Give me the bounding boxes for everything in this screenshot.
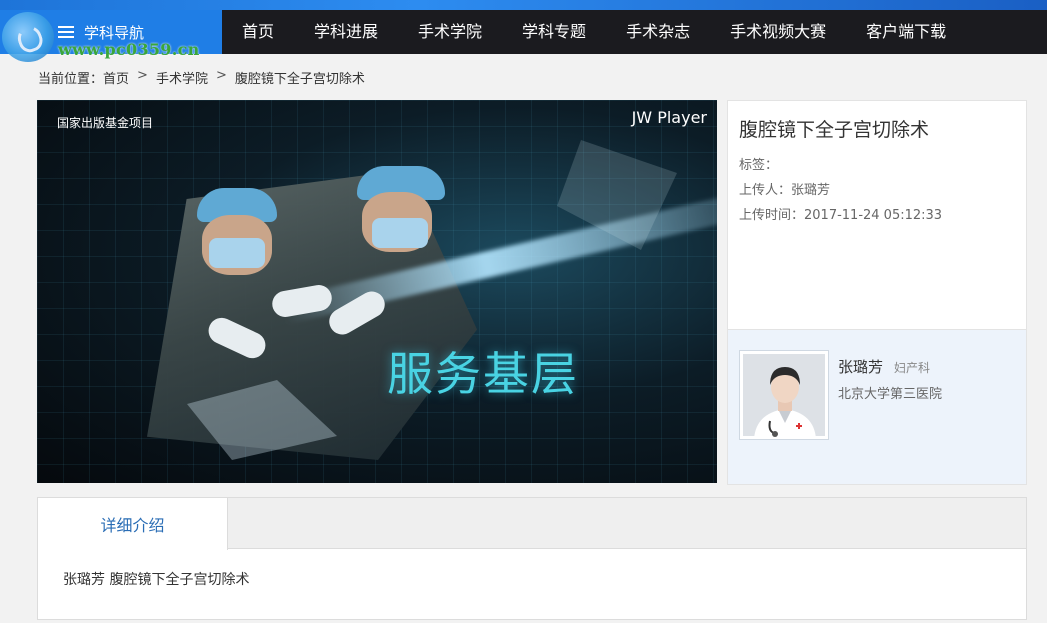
nav-item-topics[interactable]: 学科专题 [502,10,606,54]
detail-section: 详细介绍 张璐芳 腹腔镜下全子宫切除术 [37,497,1027,620]
detail-tab-bar: 详细介绍 [37,497,1026,550]
video-project-label: 国家出版基金项目 [57,116,154,130]
detail-content: 张璐芳 腹腔镜下全子宫切除术 [63,572,250,588]
nav-item-academy[interactable]: 手术学院 [398,10,502,54]
video-player-brand: JW Player [631,108,707,127]
breadcrumb-current: 腹腔镜下全子宫切除术 [234,72,365,87]
nav-menu: 首页 学科进展 手术学院 学科专题 手术杂志 手术视频大赛 客户端下载 [222,10,966,54]
breadcrumb-separator: > [137,68,148,83]
video-player[interactable]: 国家出版基金项目 JW Player 服务基层 [37,100,717,483]
doctor-hospital: 北京大学第三医院 [838,387,943,402]
nav-item-progress[interactable]: 学科进展 [294,10,398,54]
breadcrumb-link-home[interactable]: 首页 [103,68,129,87]
doctor-avatar-icon [754,367,816,439]
doctor-avatar[interactable] [739,350,829,440]
doctor-card: 张璐芳 妇产科 北京大学第三医院 [727,330,1027,485]
nav-item-home[interactable]: 首页 [222,10,294,54]
subject-nav-label: 学科导航 [84,23,145,42]
video-tags: 标签： [739,158,779,173]
top-accent-strip [0,0,1047,10]
video-uploader: 上传人：张璐芳 [739,183,831,198]
tab-detail-intro[interactable]: 详细介绍 [37,497,228,550]
video-info-panel: 腹腔镜下全子宫切除术 标签： 上传人：张璐芳 上传时间：2017-11-24 0… [727,100,1027,330]
doctor-name[interactable]: 张璐芳 [838,356,883,377]
video-upload-time: 上传时间：2017-11-24 05:12:33 [739,208,943,223]
video-overlay-title: 服务基层 [387,347,579,401]
nav-item-client-download[interactable]: 客户端下载 [846,10,966,54]
breadcrumb-link-academy[interactable]: 手术学院 [156,68,208,87]
nav-item-journal[interactable]: 手术杂志 [606,10,710,54]
nav-item-video-contest[interactable]: 手术视频大赛 [710,10,846,54]
breadcrumb-separator: > [215,68,227,83]
breadcrumb: 当前位置： 首页 > 手术学院 > 腹腔镜下全子宫切除术 [38,68,365,87]
breadcrumb-prefix: 当前位置： [38,72,104,87]
doctor-department: 妇产科 [894,361,931,375]
menu-icon [58,26,74,38]
surgeon-mask [209,238,265,268]
main-navbar: 学科导航 首页 学科进展 手术学院 学科专题 手术杂志 手术视频大赛 客户端下载 [0,10,1047,54]
subject-nav-button[interactable]: 学科导航 [0,10,222,54]
surgeon-mask [372,218,428,248]
video-title: 腹腔镜下全子宫切除术 [739,119,930,141]
